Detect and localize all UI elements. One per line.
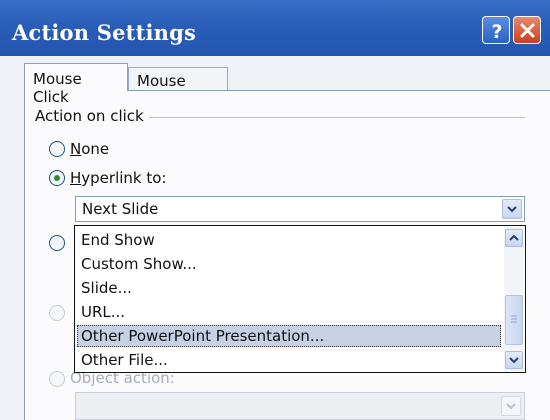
list-item-selected[interactable]: Other PowerPoint Presentation... <box>77 325 501 347</box>
tab-mouse-click[interactable]: Mouse Click <box>24 63 128 106</box>
help-button[interactable]: ? <box>482 16 510 44</box>
radio-run-program[interactable] <box>49 235 65 251</box>
object-action-combo <box>75 392 525 420</box>
radio-hyperlink-label[interactable]: Hyperlink to: <box>70 169 166 187</box>
radio-none[interactable] <box>49 141 65 157</box>
close-button[interactable] <box>513 16 541 44</box>
title-bar: Action Settings ? <box>0 0 550 56</box>
accel-n: N <box>70 140 82 158</box>
chevron-down-icon <box>509 357 519 364</box>
close-x-icon <box>520 23 535 38</box>
group-label: Action on click <box>35 107 149 125</box>
radio-hyperlink[interactable] <box>49 170 65 186</box>
radio-none-label[interactable]: None <box>70 140 109 158</box>
hyperlink-combo-button[interactable] <box>502 199 522 219</box>
svg-text:?: ? <box>491 21 502 43</box>
grip-icon <box>511 315 517 323</box>
dropdown-scrollbar[interactable] <box>504 227 524 371</box>
list-item[interactable]: Slide... <box>77 277 501 299</box>
radio-none-label-rest: one <box>81 140 110 158</box>
list-item[interactable]: Other File... <box>77 349 501 371</box>
radio-run-macro <box>49 305 65 321</box>
scroll-thumb[interactable] <box>505 295 523 345</box>
question-mark-icon: ? <box>491 21 502 43</box>
list-item[interactable]: URL... <box>77 301 501 323</box>
scroll-up-button[interactable] <box>505 229 523 247</box>
window-title: Action Settings <box>12 20 197 45</box>
hyperlink-dropdown-list[interactable]: End Show Custom Show... Slide... URL... … <box>74 225 526 373</box>
scroll-down-button[interactable] <box>505 351 523 369</box>
chevron-down-icon <box>506 403 516 410</box>
list-item[interactable]: Custom Show... <box>77 253 501 275</box>
chevron-up-icon <box>509 234 519 241</box>
object-action-combo-button <box>501 396 521 416</box>
hyperlink-combo[interactable]: Next Slide <box>75 196 525 222</box>
tab-mouse-over[interactable]: Mouse Over <box>128 67 228 108</box>
radio-hyperlink-label-rest: yperlink to: <box>81 169 167 187</box>
list-item[interactable]: End Show <box>77 229 501 251</box>
accel-h: H <box>70 169 82 187</box>
chevron-down-icon <box>507 206 517 213</box>
hyperlink-combo-value: Next Slide <box>82 200 159 218</box>
radio-object-action <box>49 371 65 387</box>
